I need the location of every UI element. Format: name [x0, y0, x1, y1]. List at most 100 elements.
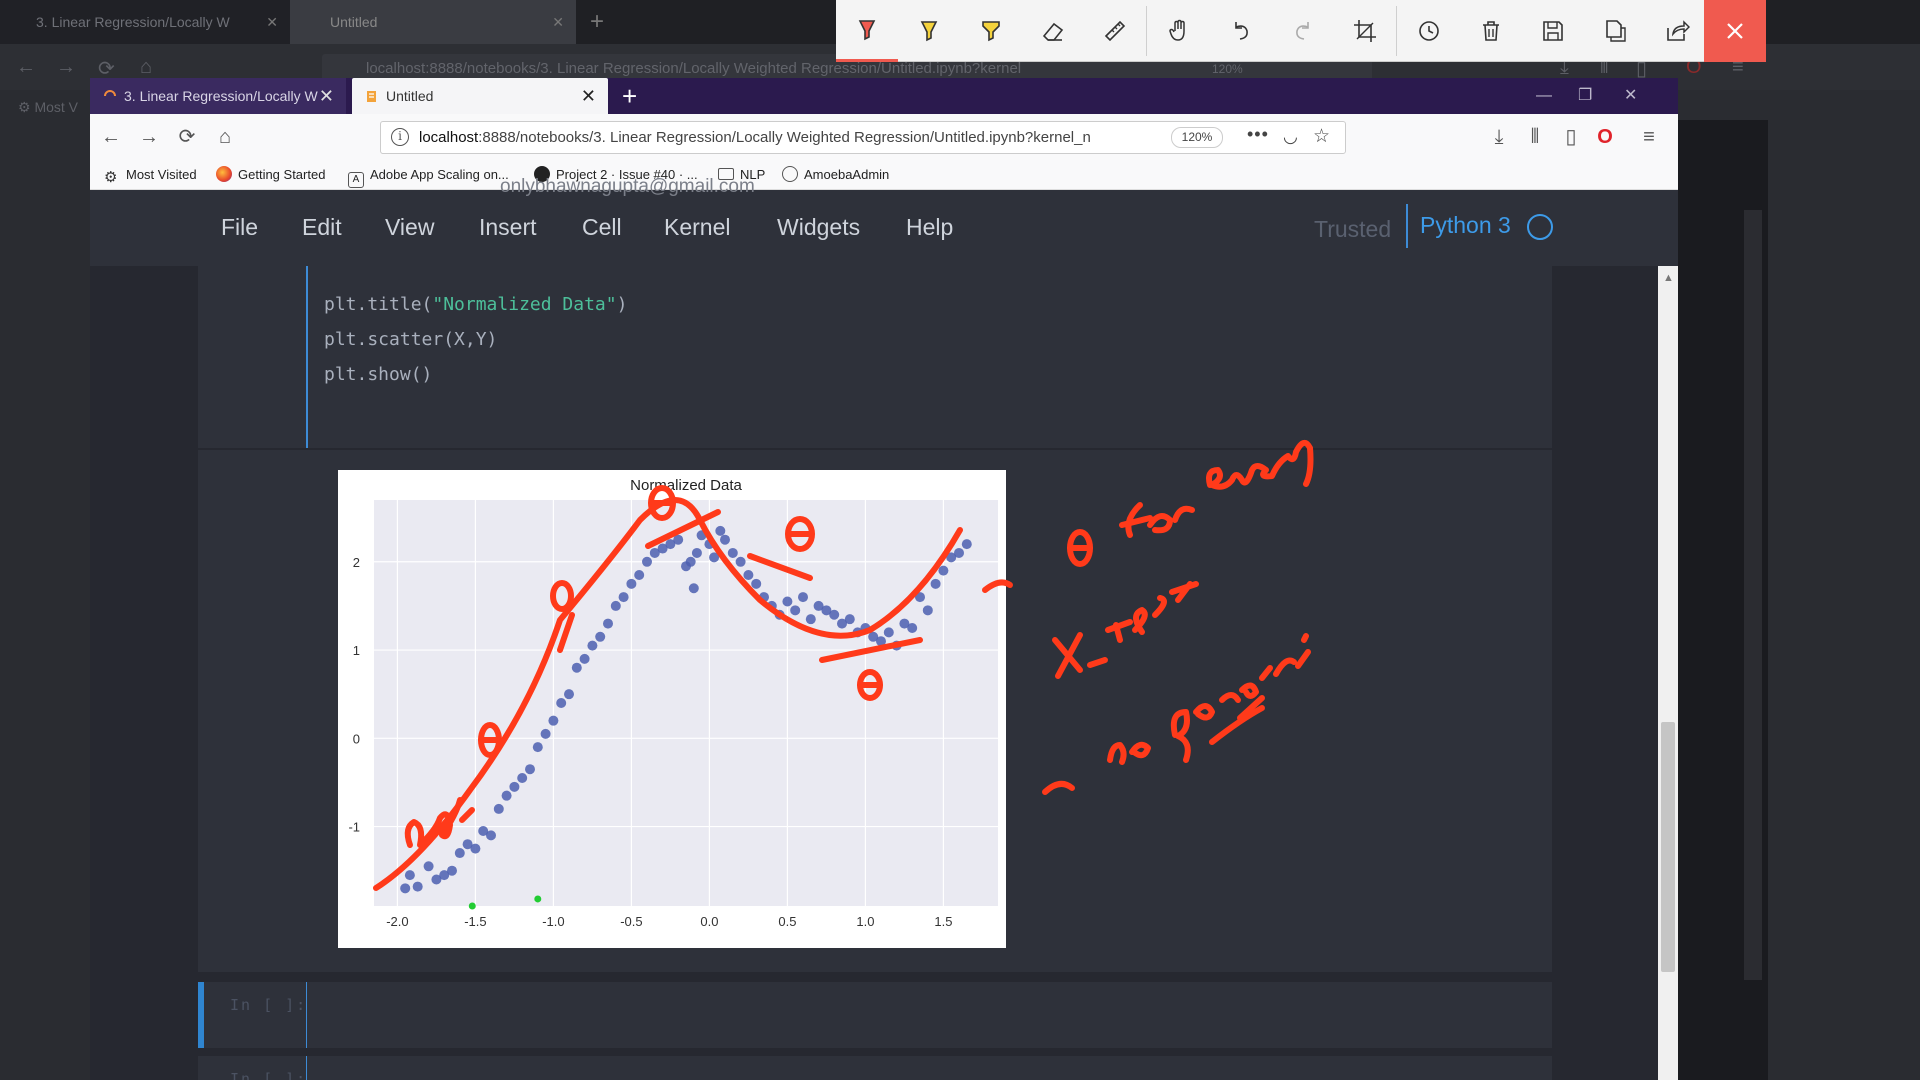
data-point: [751, 578, 762, 589]
menu-icon[interactable]: ≡: [1636, 124, 1662, 150]
highlight-point: [468, 902, 476, 910]
download-icon[interactable]: ⤓: [1486, 124, 1512, 150]
crop-tool[interactable]: [1334, 0, 1396, 62]
info-icon[interactable]: i: [391, 128, 409, 146]
back-arrow-icon[interactable]: ←: [16, 56, 36, 79]
data-point: [587, 640, 598, 651]
menu-file[interactable]: File: [221, 214, 258, 241]
code-text: plt.title(: [324, 294, 433, 315]
menu-insert[interactable]: Insert: [479, 214, 537, 241]
menu-view[interactable]: View: [385, 214, 434, 241]
data-point: [727, 547, 738, 558]
annotation-toolbar: [836, 0, 1766, 62]
y-tick-label: -1: [348, 820, 360, 835]
background-scrollbar[interactable]: [1744, 210, 1762, 980]
background-tab-untitled[interactable]: Untitled ✕: [290, 0, 576, 44]
url-text[interactable]: localhost:8888/notebooks/3. Linear Regre…: [419, 122, 1159, 153]
watermark-text: onlybhawnagupta@gmail.com: [500, 176, 755, 197]
code-line: plt.scatter(X,Y): [324, 329, 497, 350]
new-tab-icon[interactable]: +: [590, 8, 604, 36]
close-icon: [1727, 23, 1743, 39]
background-bookmark-label: Most V: [34, 99, 79, 115]
empty-code-cell[interactable]: In [ ]:: [198, 1056, 1552, 1080]
hand-icon: [1169, 19, 1185, 41]
kernel-name[interactable]: Python 3: [1420, 212, 1511, 239]
hand-tool[interactable]: [1148, 0, 1210, 62]
scroll-up-icon[interactable]: ▲: [1663, 272, 1674, 284]
close-icon[interactable]: ✕: [581, 78, 596, 114]
data-point: [743, 570, 754, 581]
x-tick-label: 0.0: [700, 914, 718, 929]
cell-input-border: [306, 982, 307, 1048]
home-icon[interactable]: ⌂: [212, 124, 238, 150]
data-point: [540, 728, 551, 739]
pocket-icon[interactable]: ◡: [1283, 127, 1298, 147]
undo-button[interactable]: [1210, 0, 1272, 62]
close-icon[interactable]: ✕: [266, 0, 278, 44]
eraser-tool[interactable]: [1022, 0, 1084, 62]
scrollbar-thumb[interactable]: [1661, 722, 1675, 972]
restore-icon[interactable]: ❐: [1578, 78, 1592, 114]
back-arrow-icon[interactable]: ←: [98, 124, 124, 150]
save-button[interactable]: [1522, 0, 1584, 62]
menu-edit[interactable]: Edit: [302, 214, 342, 241]
address-bar[interactable]: i localhost:8888/notebooks/3. Linear Reg…: [380, 121, 1346, 154]
forward-arrow-icon[interactable]: →: [136, 124, 162, 150]
tab-linear-regression[interactable]: 3. Linear Regression/Locally W ✕: [90, 78, 346, 114]
menu-cell[interactable]: Cell: [582, 214, 622, 241]
reload-icon[interactable]: ⟳: [174, 124, 200, 150]
sidebar-icon[interactable]: ▯: [1558, 124, 1584, 150]
menu-kernel[interactable]: Kernel: [664, 214, 730, 241]
redo-button[interactable]: [1272, 0, 1334, 62]
bookmark-getting-started[interactable]: Getting Started: [216, 160, 325, 190]
trusted-indicator[interactable]: Trusted: [1314, 216, 1391, 243]
share-button[interactable]: [1646, 0, 1708, 62]
bookmark-adobe[interactable]: A Adobe App Scaling on...: [348, 160, 509, 190]
notebook-scrollbar[interactable]: ▲: [1658, 266, 1678, 1080]
code-cell[interactable]: plt.title("Normalized Data") plt.scatter…: [198, 266, 1552, 448]
cell-input-border: [306, 266, 308, 448]
menu-widgets[interactable]: Widgets: [777, 214, 860, 241]
y-tick-label: 0: [353, 731, 360, 746]
data-point: [844, 614, 855, 625]
browser-window: 3. Linear Regression/Locally W ✕ Untitle…: [90, 78, 1678, 1080]
data-point: [634, 570, 645, 581]
plot-output: -2.0 -1.5 -1.0 -0.5 0.0 0.5 1.0 1.5 -1 0 1 2 Normali…: [338, 470, 1006, 948]
bookmark-most-visited[interactable]: ⚙ Most Visited: [104, 160, 197, 190]
background-tab-label: 3. Linear Regression/Locally W: [36, 14, 230, 30]
opera-icon[interactable]: O: [1592, 124, 1618, 150]
selected-cell-indicator: [198, 982, 204, 1048]
chart-title: Normalized Data: [630, 477, 742, 494]
library-icon[interactable]: ⫴: [1522, 124, 1548, 150]
background-bookmark-most-visited[interactable]: ⚙ Most V: [0, 90, 92, 124]
close-annotation-button[interactable]: [1704, 0, 1766, 62]
tab-untitled[interactable]: Untitled ✕: [352, 78, 608, 114]
background-tab-linear-regression[interactable]: 3. Linear Regression/Locally W ✕: [0, 0, 290, 44]
red-pen-tool[interactable]: [836, 0, 898, 62]
close-icon[interactable]: ✕: [319, 78, 334, 114]
new-tab-icon[interactable]: +: [622, 78, 637, 114]
forward-arrow-icon[interactable]: →: [56, 56, 76, 79]
yellow-highlighter-tool[interactable]: [898, 0, 960, 62]
bookmark-amoebaadmin[interactable]: AmoebaAdmin: [782, 160, 889, 190]
data-point: [938, 565, 949, 576]
bookmark-star-icon[interactable]: ☆: [1313, 125, 1330, 148]
delete-button[interactable]: [1460, 0, 1522, 62]
bookmark-label: Getting Started: [238, 167, 326, 182]
menu-help[interactable]: Help: [906, 214, 953, 241]
window-close-icon[interactable]: ✕: [1624, 78, 1637, 114]
zoom-level-badge[interactable]: 120%: [1171, 127, 1223, 148]
copy-button[interactable]: [1584, 0, 1646, 62]
highlighter-tool-2[interactable]: [960, 0, 1022, 62]
empty-code-cell[interactable]: In [ ]:: [198, 982, 1552, 1048]
minimize-icon[interactable]: —: [1536, 78, 1552, 114]
history-button[interactable]: [1398, 0, 1460, 62]
y-tick-label: 2: [353, 555, 360, 570]
data-point: [883, 627, 894, 638]
page-actions-icon[interactable]: •••: [1247, 124, 1269, 145]
data-point: [454, 848, 465, 859]
home-icon[interactable]: ⌂: [140, 56, 152, 79]
close-icon[interactable]: ✕: [552, 0, 564, 44]
tab-bar: 3. Linear Regression/Locally W ✕ Untitle…: [90, 78, 1678, 114]
ruler-tool[interactable]: [1084, 0, 1146, 62]
